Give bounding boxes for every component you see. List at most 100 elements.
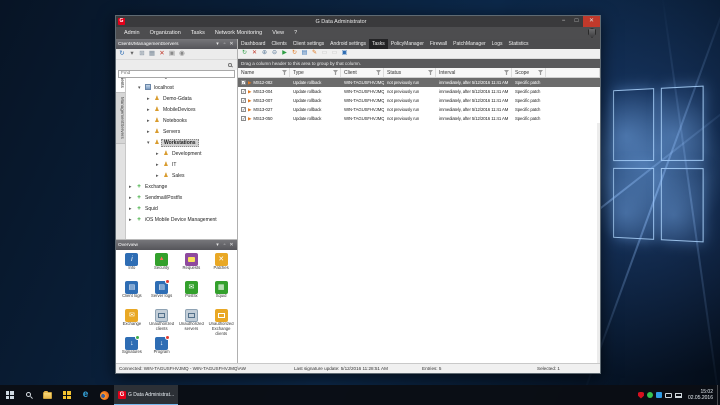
tray-network-icon[interactable]	[675, 393, 682, 398]
minimize-button[interactable]: −	[557, 16, 570, 27]
overview-tile-squid[interactable]: ▦Squid	[206, 281, 236, 308]
menu-organization[interactable]: Organization	[145, 30, 186, 36]
tree-item-sendmail-postfix[interactable]: ▸+Sendmail/Postfix	[126, 192, 237, 203]
delete-icon[interactable]: ✕	[250, 49, 259, 58]
overview-tile-server-logs[interactable]: ▤Server logs	[147, 281, 177, 308]
overview-tile-patches[interactable]: ✕Patches	[206, 253, 236, 280]
tab-managementservers[interactable]: ManagementServers	[116, 93, 125, 144]
tree-item-localhost[interactable]: ▾localhost	[126, 82, 237, 93]
overview-tile-program[interactable]: ↓Program	[147, 337, 177, 364]
column-header-type[interactable]: Type	[290, 68, 341, 77]
row-checkbox[interactable]: ✓	[241, 89, 246, 94]
start-button[interactable]	[0, 385, 19, 405]
filter-icon[interactable]	[538, 70, 543, 75]
tab-client-settings[interactable]: Client settings	[290, 39, 327, 49]
taskbar-app-gdata-administrator[interactable]: G G Data Administrat...	[114, 385, 178, 405]
filter-icon[interactable]	[333, 70, 338, 75]
tree-item-sales[interactable]: ▸♟Sales	[126, 170, 237, 181]
filter-icon[interactable]	[282, 70, 287, 75]
edge-icon[interactable]: e	[76, 385, 95, 405]
menu-network-monitoring[interactable]: Network Monitoring	[210, 30, 267, 36]
row-checkbox[interactable]: ✓	[241, 80, 246, 85]
maximize-button[interactable]: □	[570, 16, 583, 27]
overview-tile-requests[interactable]: Requests	[177, 253, 207, 280]
menu-admin[interactable]: Admin	[119, 30, 145, 36]
row-checkbox[interactable]: ✓	[241, 107, 246, 112]
tab-firewall[interactable]: Firewall	[427, 39, 450, 49]
column-header-interval[interactable]: Interval	[436, 68, 512, 77]
taskbar-clock[interactable]: 15:02 02.05.2016	[685, 389, 717, 401]
firefox-icon[interactable]	[95, 385, 114, 405]
tab-tasks[interactable]: Tasks	[369, 39, 388, 49]
expand-icon[interactable]: ▾	[128, 49, 136, 59]
delete-icon[interactable]: ✕	[158, 49, 166, 59]
settings-icon[interactable]: ◉	[178, 49, 186, 59]
panel-pin-icon[interactable]: ▫	[221, 240, 228, 250]
column-header-client[interactable]: Client	[341, 68, 384, 77]
tree-item-notebooks[interactable]: ▸♟Notebooks	[126, 115, 237, 126]
row-checkbox[interactable]: ✓	[241, 98, 246, 103]
panel-menu-icon[interactable]: ▾	[214, 39, 221, 49]
group-by-bar[interactable]: Drag a column header to this area to gro…	[238, 59, 600, 68]
overview-tile-info[interactable]: iInfo	[117, 253, 147, 280]
server-icon[interactable]: ▣	[168, 49, 176, 59]
overview-tile-postfix[interactable]: ✉Postfix	[177, 281, 207, 308]
column-header-status[interactable]: Status	[384, 68, 436, 77]
overview-tile-unauthorized-clients[interactable]: Unauthorized clients	[147, 309, 177, 336]
table-row[interactable]: ✓▶MS13-007 Update rollback WIN-TAGUSFHVJ…	[238, 96, 600, 105]
overview-tile-signatures[interactable]: ↓Signatures	[117, 337, 147, 364]
panel-menu-icon[interactable]: ▾	[214, 240, 221, 250]
menu-help[interactable]: ?	[289, 30, 302, 36]
reschedule-icon[interactable]: ↻	[290, 49, 299, 58]
display-icon[interactable]: ▣	[340, 49, 349, 58]
overview-tile-unauthorized-exchange[interactable]: Unauthorized Exchange clients	[206, 309, 236, 336]
tab-patchmanager[interactable]: PatchManager	[450, 39, 489, 49]
tree-item-exchange[interactable]: ▸+Exchange	[126, 181, 237, 192]
table-row[interactable]: ✓▶MS13-004 Update rollback WIN-TAGUSFHVJ…	[238, 87, 600, 96]
tab-clients[interactable]: Clients	[268, 39, 289, 49]
refresh-icon[interactable]: ↻	[240, 49, 249, 58]
filter-icon[interactable]	[376, 70, 381, 75]
tree-item-it[interactable]: ▸♟IT	[126, 159, 237, 170]
overview-tile-client-logs[interactable]: ▤Client logs	[117, 281, 147, 308]
tree-item-workstations[interactable]: ▾♟Workstations	[126, 137, 237, 148]
tree-item-squid[interactable]: ▸+Squid	[126, 203, 237, 214]
column-header-name[interactable]: Name	[238, 68, 290, 77]
tab-android-settings[interactable]: Android settings	[327, 39, 369, 49]
filter-icon[interactable]	[428, 70, 433, 75]
overview-tile-security[interactable]: ▲Security	[147, 253, 177, 280]
edit-group-icon[interactable]: ▦	[148, 49, 156, 59]
tree-item-mobiledevices[interactable]: ▸♟MobileDevices	[126, 104, 237, 115]
tab-dashboard[interactable]: Dashboard	[238, 39, 268, 49]
refresh-icon[interactable]: ↻	[118, 49, 126, 59]
gdata-managementserver-icon[interactable]	[57, 385, 76, 405]
tree-item-ios-mdm[interactable]: ▸+iOS Mobile Device Management	[126, 214, 237, 225]
search-icon[interactable]	[228, 63, 232, 67]
table-row[interactable]: ✓▶MS13-027 Update rollback WIN-TAGUSFHVJ…	[238, 105, 600, 114]
close-button[interactable]: ✕	[583, 16, 600, 27]
menu-view[interactable]: View	[267, 30, 289, 36]
overview-tile-exchange[interactable]: ✉Exchange	[117, 309, 147, 336]
tray-keyboard-icon[interactable]	[665, 393, 672, 398]
panel-close-icon[interactable]: ✕	[228, 240, 235, 250]
tray-gdata-shield-icon[interactable]	[638, 392, 644, 399]
tab-policymanager[interactable]: PolicyManager	[388, 39, 427, 49]
table-row[interactable]: ✓▶MS12-082 Update rollback WIN-TAGUSFHVJ…	[238, 78, 600, 87]
row-checkbox[interactable]: ✓	[241, 116, 246, 121]
file-explorer-icon[interactable]	[38, 385, 57, 405]
tray-status-blue-icon[interactable]	[656, 392, 662, 398]
filter-icon[interactable]	[504, 70, 509, 75]
add-group-icon[interactable]: ⊞	[138, 49, 146, 59]
panel-close-icon[interactable]: ✕	[228, 39, 235, 49]
log-icon[interactable]: ▤	[300, 49, 309, 58]
edit-icon[interactable]: ✎	[310, 49, 319, 58]
tree-item-demo-gdata[interactable]: ▸♟Demo-Gdata	[126, 93, 237, 104]
zoom-out-icon[interactable]: ⊖	[270, 49, 279, 58]
tree-item-development[interactable]: ▸♟Development	[126, 148, 237, 159]
tab-statistics[interactable]: Statistics	[506, 39, 532, 49]
menu-tasks[interactable]: Tasks	[186, 30, 210, 36]
tree-item-servers[interactable]: ▸♟Servers	[126, 126, 237, 137]
run-now-icon[interactable]: ▶	[280, 49, 289, 58]
zoom-in-icon[interactable]: ⊕	[260, 49, 269, 58]
tab-logs[interactable]: Logs	[489, 39, 506, 49]
